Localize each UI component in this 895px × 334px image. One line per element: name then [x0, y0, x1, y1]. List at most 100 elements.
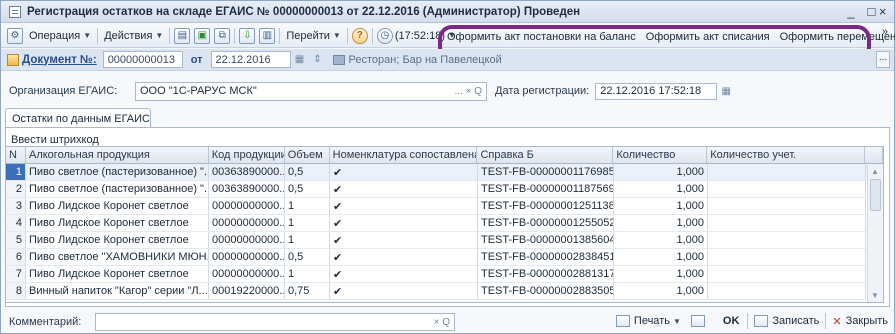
table-row[interactable]: 2 Пиво светлое (пастеризованное) "... 0036… — [6, 181, 883, 198]
structure-icon[interactable]: ⇩ — [239, 27, 256, 44]
product-cell[interactable]: Пиво Лидское Коронет светлое — [26, 198, 209, 214]
row-number[interactable]: 4 — [6, 215, 26, 231]
scroll-thumb[interactable] — [870, 179, 881, 211]
ok-button[interactable]: OK — [723, 315, 740, 327]
matched-cell[interactable]: ✔ — [330, 198, 478, 214]
help-icon[interactable]: ? — [351, 27, 368, 44]
volume-cell[interactable]: 0,75 — [285, 283, 330, 299]
scroll-up-icon[interactable]: ▲ — [871, 167, 879, 176]
close-window-button[interactable]: □ × — [860, 4, 894, 19]
qty-acc-cell[interactable] — [708, 283, 866, 299]
document-number-field[interactable]: 00000000013 — [102, 51, 183, 68]
volume-cell[interactable]: 1 — [285, 266, 330, 282]
save-button[interactable]: Записать — [754, 315, 819, 327]
row-number[interactable]: 3 — [6, 198, 26, 214]
minimize-button[interactable]: _ — [842, 4, 860, 19]
qty-acc-cell[interactable] — [708, 215, 866, 231]
qty-cell[interactable]: 1,000 — [614, 249, 708, 265]
product-cell[interactable]: Пиво светлое "ХАМОВНИКИ МЮН... — [26, 249, 209, 265]
table-row[interactable]: 8 Винный напиток "Кагор" серии "Л... 00019… — [6, 283, 883, 300]
column-header-volume[interactable]: Объем — [285, 147, 330, 163]
row-number[interactable]: 6 — [6, 249, 26, 265]
qty-cell[interactable]: 1,000 — [614, 266, 708, 282]
volume-cell[interactable]: 0,5 — [285, 249, 330, 265]
comment-field[interactable]: × Q — [95, 313, 455, 331]
table-row[interactable]: 3 Пиво Лидское Коронет светлое 00000000000… — [6, 198, 883, 215]
volume-cell[interactable]: 1 — [285, 215, 330, 231]
table-row[interactable]: 5 Пиво Лидское Коронет светлое 00000000000… — [6, 232, 883, 249]
qty-acc-cell[interactable] — [708, 181, 866, 197]
table-row[interactable]: 7 Пиво Лидское Коронет светлое 00000000000… — [6, 266, 883, 283]
qty-acc-cell[interactable] — [708, 266, 866, 282]
row-number[interactable]: 2 — [6, 181, 26, 197]
ref-cell[interactable]: TEST-FB-000000013856049 — [478, 232, 614, 248]
product-cell[interactable]: Пиво светлое (пастеризованное) "... — [26, 164, 209, 180]
column-header-qty-acc[interactable]: Количество учет. — [707, 147, 866, 163]
code-cell[interactable]: 00363890000... — [209, 181, 285, 197]
column-header-ref[interactable]: Справка Б — [477, 147, 614, 163]
calendar-icon[interactable]: ▦ — [717, 86, 735, 97]
qty-cell[interactable]: 1,000 — [614, 283, 708, 299]
qty-acc-cell[interactable] — [708, 164, 866, 180]
scroll-down-icon[interactable]: ▼ — [871, 291, 879, 300]
table-row[interactable]: 6 Пиво светлое "ХАМОВНИКИ МЮН... 000000000… — [6, 249, 883, 266]
tab-egais-balances[interactable]: Остатки по данным ЕГАИС — [5, 108, 151, 128]
spin-icon[interactable]: ⇕ — [309, 54, 327, 65]
qty-cell[interactable]: 1,000 — [614, 215, 708, 231]
code-cell[interactable]: 00363890000... — [209, 164, 285, 180]
create-balance-act-button[interactable]: Оформить акт постановки на баланс — [447, 31, 636, 43]
matched-cell[interactable]: ✔ — [330, 266, 478, 282]
code-cell[interactable]: 00000000000... — [209, 232, 285, 248]
row-number[interactable]: 7 — [6, 266, 26, 282]
column-header-code[interactable]: Код продукции — [209, 147, 285, 163]
column-header-matched[interactable]: Номенклатура сопоставлена — [330, 147, 478, 163]
code-cell[interactable]: 00000000000... — [209, 198, 285, 214]
calendar-icon[interactable]: ▦ — [291, 54, 309, 65]
post-icon[interactable]: ▤ — [174, 27, 191, 44]
ref-cell[interactable]: TEST-FB-000000028835058 — [478, 283, 614, 299]
volume-cell[interactable]: 1 — [285, 198, 330, 214]
product-cell[interactable]: Пиво светлое (пастеризованное) "... — [26, 181, 209, 197]
document-date-field[interactable]: 22.12.2016 — [210, 51, 291, 68]
org-field[interactable]: ООО "1С-РАРУС МСК" ... × Q — [135, 81, 487, 101]
matched-cell[interactable]: ✔ — [330, 249, 478, 265]
create-transfer-button[interactable]: Оформить перемещение — [780, 31, 895, 43]
ref-cell[interactable]: TEST-FB-000000012550520 — [478, 215, 614, 231]
ref-cell[interactable]: TEST-FB-000000012511388 — [478, 198, 614, 214]
matched-cell[interactable]: ✔ — [330, 181, 478, 197]
column-header-qty[interactable]: Количество — [613, 147, 708, 163]
qty-cell[interactable]: 1,000 — [614, 198, 708, 214]
table-row[interactable]: 4 Пиво Лидское Коронет светлое 00000000000… — [6, 215, 883, 232]
row-number[interactable]: 5 — [6, 232, 26, 248]
post-check-button[interactable] — [690, 315, 709, 327]
print-button[interactable]: Печать ▼ — [615, 315, 681, 327]
qty-acc-cell[interactable] — [708, 249, 866, 265]
code-cell[interactable]: 00000000000... — [209, 215, 285, 231]
more-button[interactable]: ... — [876, 51, 890, 68]
goto-menu[interactable]: Перейти ▼ — [282, 26, 345, 46]
ref-cell[interactable]: TEST-FB-000000011875694 — [478, 181, 614, 197]
row-number[interactable]: 1 — [6, 164, 26, 180]
product-cell[interactable]: Пиво Лидское Коронет светлое — [26, 215, 209, 231]
volume-cell[interactable]: 1 — [285, 232, 330, 248]
qty-cell[interactable]: 1,000 — [614, 181, 708, 197]
actions-menu[interactable]: Действия ▼ — [100, 26, 167, 46]
registration-date-field[interactable]: 22.12.2016 17:52:18 — [595, 82, 718, 100]
save-post-icon[interactable]: ▣ — [194, 27, 211, 44]
movements-icon[interactable]: ▥ — [259, 27, 276, 44]
matched-cell[interactable]: ✔ — [330, 283, 478, 299]
volume-cell[interactable]: 0,5 — [285, 164, 330, 180]
copy-icon[interactable]: ⧉ — [214, 27, 231, 44]
vertical-scrollbar[interactable]: ▲ ▼ — [867, 165, 883, 302]
column-header-product[interactable]: Алкогольная продукция — [26, 147, 209, 163]
ref-cell[interactable]: TEST-FB-000000011769850 — [478, 164, 614, 180]
qty-cell[interactable]: 1,000 — [614, 164, 708, 180]
code-cell[interactable]: 00000000000... — [209, 249, 285, 265]
ref-cell[interactable]: TEST-FB-000000028813170 — [478, 266, 614, 282]
row-number[interactable]: 8 — [6, 283, 26, 299]
qty-acc-cell[interactable] — [708, 198, 866, 214]
product-cell[interactable]: Пиво Лидское Коронет светлое — [26, 266, 209, 282]
qty-acc-cell[interactable] — [708, 232, 866, 248]
matched-cell[interactable]: ✔ — [330, 215, 478, 231]
matched-cell[interactable]: ✔ — [330, 164, 478, 180]
